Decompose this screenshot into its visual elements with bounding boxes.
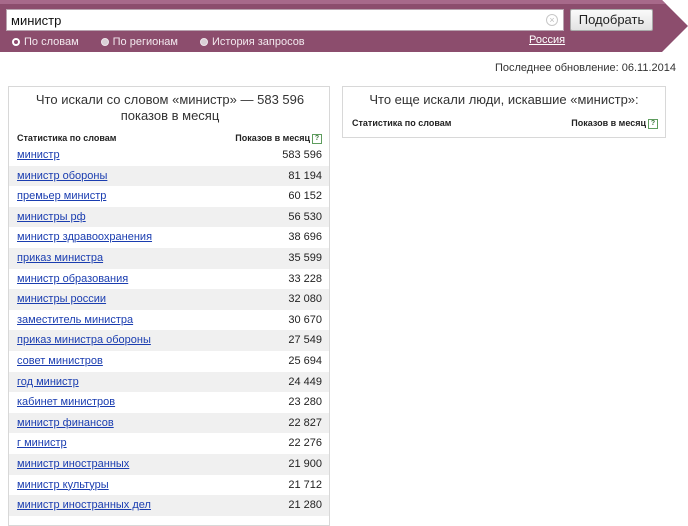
keyword-link[interactable]: министры россии	[17, 289, 106, 310]
table-row: кабинет министров 23 280	[9, 392, 329, 413]
keyword-link[interactable]: г министр	[17, 433, 67, 454]
keyword-link[interactable]: министр обороны	[17, 166, 107, 187]
shows-count: 35 599	[288, 251, 322, 264]
table-row: министр финансов 22 827	[9, 412, 329, 434]
mode-history[interactable]: История запросов	[200, 35, 305, 49]
radio-icon[interactable]	[200, 38, 208, 46]
shows-count: 21 280	[288, 499, 322, 512]
keyword-link[interactable]: министр иностранных	[17, 454, 129, 475]
shows-count: 30 670	[288, 313, 322, 326]
region-link[interactable]: Россия	[529, 34, 565, 46]
table-row: год министр 24 449	[9, 371, 329, 393]
shows-count: 27 549	[288, 334, 322, 347]
keyword-link[interactable]: министр образования	[17, 269, 128, 290]
shows-count: 22 276	[288, 437, 322, 450]
keyword-link[interactable]: кабинет министров	[17, 392, 115, 413]
table-row: г министр 22 276	[9, 433, 329, 454]
keyword-link[interactable]: министр культуры	[17, 475, 109, 496]
col-shows-label: Показов в месяц	[571, 118, 646, 128]
table-row: министр 583 596	[9, 145, 329, 166]
table-row: министры россии 32 080	[9, 289, 329, 310]
mode-label: История запросов	[212, 36, 305, 48]
keyword-link[interactable]: приказ министра	[17, 248, 103, 269]
results-table: министр 583 596 министр обороны 81 194 пре…	[9, 145, 329, 516]
related-title: Что еще искали люди, искавшие «министр»:	[369, 92, 639, 107]
shows-count: 56 530	[288, 210, 322, 223]
shows-count: 21 712	[288, 478, 322, 491]
shows-count: 23 280	[288, 396, 322, 409]
keyword-link[interactable]: премьер министр	[17, 186, 106, 207]
shows-count: 22 827	[288, 416, 322, 429]
keyword-link[interactable]: министр здравоохранения	[17, 227, 152, 248]
clear-icon[interactable]: ×	[546, 14, 558, 26]
col-shows-header: Показов в месяц?	[235, 133, 322, 144]
shows-count: 21 900	[288, 457, 322, 470]
shows-count: 25 694	[288, 354, 322, 367]
search-bar: × Подобрать По словам По регионам Истори…	[0, 0, 688, 52]
shows-count: 38 696	[288, 231, 322, 244]
keyword-link[interactable]: министр финансов	[17, 413, 114, 434]
table-row: заместитель министра 30 670	[9, 310, 329, 331]
col-words-header: Статистика по словам	[352, 118, 452, 128]
shows-count: 33 228	[288, 272, 322, 285]
mode-by-regions[interactable]: По регионам	[100, 35, 178, 49]
search-mode-group: По словам По регионам История запросов	[12, 35, 305, 49]
last-updated: Последнее обновление: 06.11.2014	[494, 62, 676, 74]
col-shows-label: Показов в месяц	[235, 133, 310, 143]
help-icon[interactable]: ?	[312, 133, 322, 144]
keyword-link[interactable]: приказ министра обороны	[17, 330, 151, 351]
search-input[interactable]	[11, 12, 531, 28]
col-shows-header: Показов в месяц?	[571, 118, 658, 129]
keyword-link[interactable]: год министр	[17, 372, 79, 393]
keyword-link[interactable]: заместитель министра	[17, 310, 133, 331]
mode-label: По регионам	[112, 36, 178, 48]
keyword-link[interactable]: совет министров	[17, 351, 103, 372]
mode-by-words[interactable]: По словам	[12, 35, 79, 49]
table-row: приказ министра обороны 27 549	[9, 330, 329, 351]
shows-count: 24 449	[288, 375, 322, 388]
search-field[interactable]: ×	[6, 9, 564, 31]
shows-count: 81 194	[288, 169, 322, 182]
table-row: министр здравоохранения 38 696	[9, 227, 329, 248]
keyword-link[interactable]: министр иностранных дел	[17, 495, 151, 516]
mode-label: По словам	[24, 36, 79, 48]
submit-button[interactable]: Подобрать	[570, 9, 653, 31]
help-icon[interactable]: ?	[648, 118, 658, 129]
table-row: министр иностранных 21 900	[9, 453, 329, 475]
results-panel: Что искали со словом «министр» — 583 596…	[8, 86, 330, 526]
table-row: премьер министр 60 152	[9, 186, 329, 207]
related-panel: Что еще искали люди, искавшие «министр»:…	[342, 86, 666, 138]
radio-icon[interactable]	[100, 38, 109, 46]
keyword-link[interactable]: министры рф	[17, 207, 86, 228]
shows-count: 32 080	[288, 293, 322, 306]
table-row: министры рф 56 530	[9, 206, 329, 228]
col-words-header: Статистика по словам	[17, 133, 117, 143]
table-row: министр обороны 81 194	[9, 165, 329, 187]
table-row: министр образования 33 228	[9, 269, 329, 290]
table-row: совет министров 25 694	[9, 351, 329, 372]
radio-selected-icon[interactable]	[12, 38, 20, 46]
results-title: Что искали со словом «министр» — 583 596…	[35, 92, 305, 123]
shows-count: 60 152	[288, 190, 322, 203]
table-row: министр культуры 21 712	[9, 475, 329, 496]
table-row: приказ министра 35 599	[9, 247, 329, 269]
table-row: министр иностранных дел 21 280	[9, 495, 329, 516]
shows-count: 583 596	[282, 149, 322, 161]
keyword-link[interactable]: министр	[17, 145, 60, 166]
